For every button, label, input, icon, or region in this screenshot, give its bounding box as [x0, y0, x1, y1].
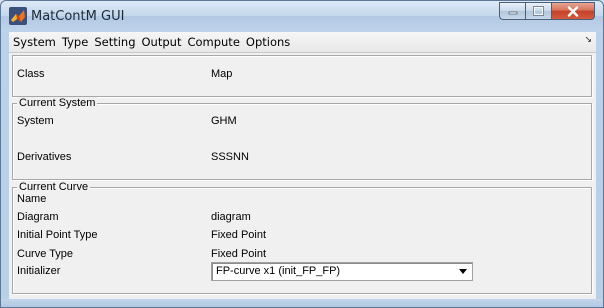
- maximize-button[interactable]: [525, 2, 551, 20]
- initializer-label: Initializer: [17, 265, 61, 277]
- initializer-select[interactable]: FP-curve x1 (init_FP_FP): [211, 262, 473, 281]
- menu-overflow-icon[interactable]: ↘: [584, 35, 592, 45]
- name-label: Name: [17, 193, 47, 205]
- app-window: MatContM GUI System Type Setting Output …: [0, 0, 604, 308]
- initial-point-type-value: Fixed Point: [211, 229, 267, 241]
- menu-type[interactable]: Type: [59, 32, 91, 52]
- menu-output[interactable]: Output: [139, 32, 185, 52]
- class-value: Map: [211, 68, 233, 80]
- current-curve-legend: Current Curve: [17, 181, 91, 193]
- derivatives-label: Derivatives: [17, 151, 72, 163]
- curve-type-label: Curve Type: [17, 248, 74, 260]
- matlab-icon: [9, 7, 27, 25]
- minimize-icon: [508, 11, 517, 15]
- menu-system[interactable]: System: [9, 32, 59, 52]
- menu-options[interactable]: Options: [243, 32, 293, 52]
- main-content: Class Map Current System System GHM Deri…: [9, 53, 596, 299]
- window-bottom-border: [1, 299, 603, 307]
- close-button[interactable]: [551, 2, 595, 20]
- diagram-value: diagram: [211, 211, 251, 223]
- system-label: System: [17, 115, 54, 127]
- initializer-select-value: FP-curve x1 (init_FP_FP): [216, 265, 341, 277]
- close-icon: [567, 5, 579, 17]
- chevron-down-icon: [459, 269, 467, 274]
- minimize-button[interactable]: [499, 2, 525, 20]
- current-system-legend: Current System: [17, 97, 98, 109]
- diagram-label: Diagram: [17, 211, 59, 223]
- title-bar[interactable]: MatContM GUI: [1, 1, 603, 31]
- dropdown-button[interactable]: [454, 263, 472, 280]
- maximize-icon: [533, 6, 544, 16]
- window-title: MatContM GUI: [31, 9, 125, 24]
- derivatives-value: SSSNN: [211, 151, 249, 163]
- class-panel: [12, 55, 592, 97]
- system-value: GHM: [211, 115, 237, 127]
- menu-compute[interactable]: Compute: [184, 32, 242, 52]
- class-label: Class: [17, 68, 45, 80]
- current-system-panel: [12, 103, 592, 180]
- initial-point-type-label: Initial Point Type: [17, 229, 98, 241]
- menu-setting[interactable]: Setting: [91, 32, 138, 52]
- curve-type-value: Fixed Point: [211, 248, 267, 260]
- menu-bar: System Type Setting Output Compute Optio…: [9, 32, 596, 53]
- window-controls: [499, 2, 595, 20]
